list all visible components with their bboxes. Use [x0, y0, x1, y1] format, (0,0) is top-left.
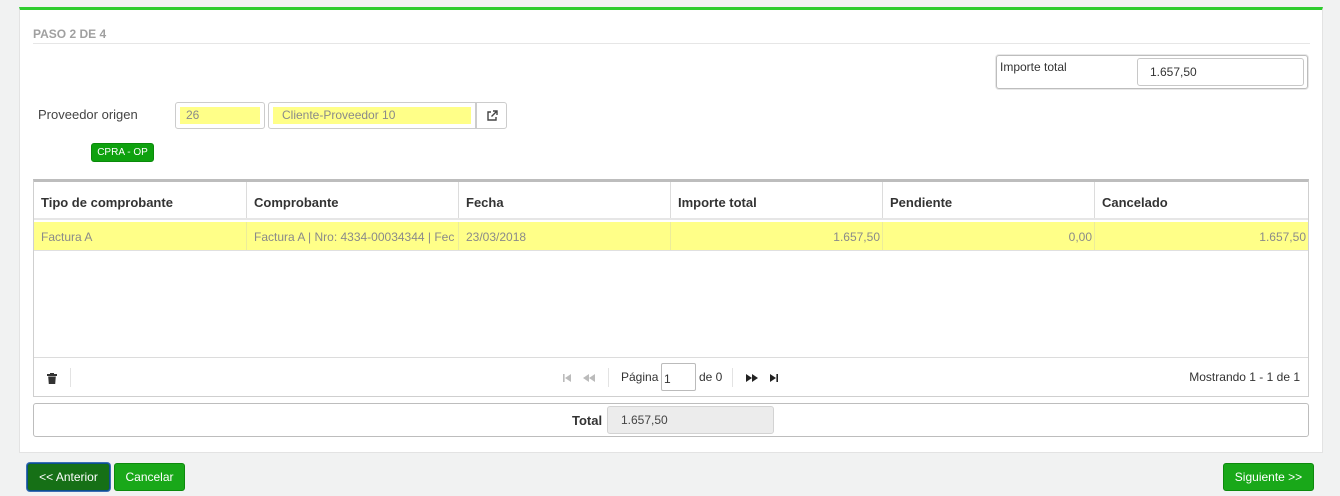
cancelar-button[interactable]: Cancelar [114, 463, 185, 491]
last-page-icon [770, 374, 778, 382]
pager-divider [732, 368, 733, 387]
proveedor-code-value: 26 [180, 107, 260, 124]
open-proveedor-button[interactable] [476, 102, 507, 129]
last-page-button[interactable] [769, 371, 779, 386]
trash-icon [47, 373, 57, 384]
importe-total-field[interactable]: 1.657,50 [1137, 58, 1304, 86]
grid-header: Tipo de comprobante Comprobante Fecha Im… [34, 182, 1308, 220]
page-count-label: de 0 [699, 370, 723, 384]
step-divider [33, 43, 1310, 44]
proveedor-code-field[interactable]: 26 [175, 102, 265, 129]
wizard-panel: PASO 2 DE 4 Importe total 1.657,50 Prove… [19, 7, 1323, 453]
external-link-icon [486, 109, 498, 121]
page-number-input[interactable]: 1 [661, 363, 696, 391]
pager-divider [608, 368, 609, 387]
next-page-button[interactable] [746, 371, 758, 386]
footer-total-label: Total [572, 413, 603, 428]
prev-page-icon [583, 374, 595, 382]
first-page-icon [563, 374, 571, 382]
col-header-comprobante[interactable]: Comprobante [247, 182, 459, 218]
pager-info: Mostrando 1 - 1 de 1 [1189, 370, 1300, 384]
col-header-cancelado[interactable]: Cancelado [1095, 182, 1308, 218]
step-title: PASO 2 DE 4 [33, 27, 107, 41]
grid-pager: Página 1 de 0 Mostrando 1 - 1 de 1 [34, 357, 1308, 396]
cell-pendiente: 0,00 [883, 222, 1095, 250]
proveedor-name-value: Cliente-Proveedor 10 [273, 107, 471, 124]
col-header-pendiente[interactable]: Pendiente [883, 182, 1095, 218]
comprobantes-grid: Tipo de comprobante Comprobante Fecha Im… [33, 179, 1309, 397]
cell-importe: 1.657,50 [671, 222, 883, 250]
page-label: Página [621, 370, 659, 384]
proveedor-label: Proveedor origen [38, 107, 138, 122]
next-page-icon [746, 374, 758, 382]
first-page-button[interactable] [562, 371, 572, 386]
col-header-importe[interactable]: Importe total [671, 182, 883, 218]
pager-divider [70, 368, 71, 387]
footer-total-field: 1.657,50 [607, 406, 774, 434]
prev-page-button[interactable] [583, 371, 595, 386]
cell-comprobante: Factura A | Nro: 4334-00034344 | Fec [247, 222, 459, 250]
col-header-fecha[interactable]: Fecha [459, 182, 671, 218]
siguiente-button[interactable]: Siguiente >> [1223, 463, 1314, 491]
importe-total-label: Importe total [1000, 60, 1067, 74]
table-row[interactable]: Factura A Factura A | Nro: 4334-00034344… [34, 222, 1308, 251]
col-header-tipo[interactable]: Tipo de comprobante [34, 182, 247, 218]
importe-total-box: Importe total 1.657,50 [996, 55, 1308, 89]
anterior-button[interactable]: << Anterior [27, 463, 110, 491]
cpra-op-badge[interactable]: CPRA - OP [91, 143, 154, 162]
footer-total-box: Total 1.657,50 [33, 403, 1309, 437]
cell-cancelado[interactable]: 1.657,50 [1095, 222, 1308, 250]
delete-row-button[interactable] [47, 372, 57, 387]
cell-fecha: 23/03/2018 [459, 222, 671, 250]
proveedor-name-field[interactable]: Cliente-Proveedor 10 [268, 102, 476, 129]
cell-tipo: Factura A [34, 222, 247, 250]
